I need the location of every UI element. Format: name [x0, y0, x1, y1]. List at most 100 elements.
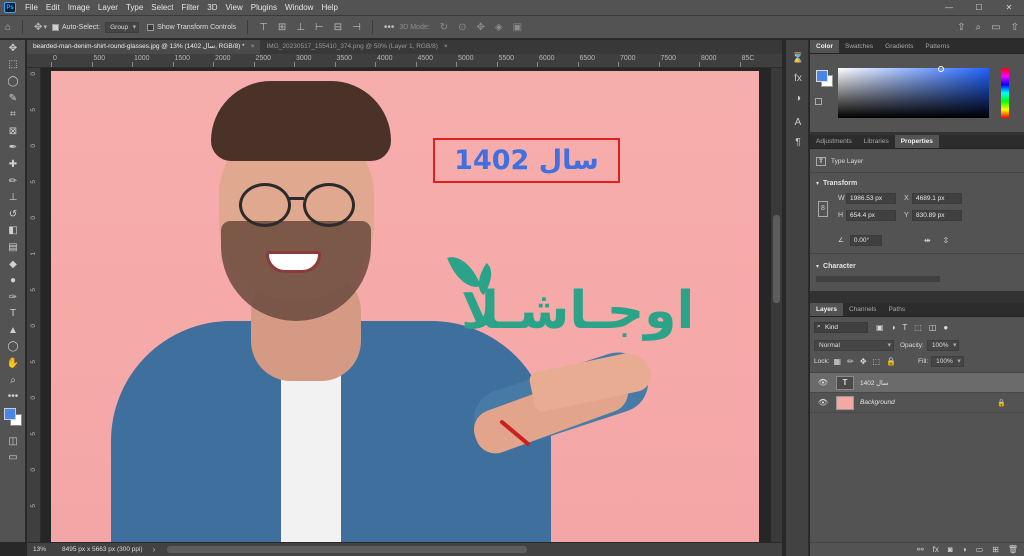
lock-all-icon[interactable]: 🔒 [886, 357, 896, 366]
3d-pan-icon[interactable]: ✥ [476, 22, 484, 33]
marquee-tool-icon[interactable]: ⬚ [0, 57, 26, 74]
fx-icon[interactable]: fx [933, 545, 939, 554]
menu-help[interactable]: Help [317, 0, 341, 15]
eraser-tool-icon[interactable]: ◧ [0, 223, 26, 240]
collapse-arrow-icon[interactable]: ▾ [816, 180, 819, 187]
y-field[interactable]: 830.89 px [912, 210, 962, 221]
tab-adjustments[interactable]: Adjustments [810, 135, 858, 148]
align-hcenter-icon[interactable]: ⊟ [334, 22, 342, 33]
brush-tool-icon[interactable]: ✏ [0, 173, 26, 190]
vertical-scrollbar[interactable] [771, 68, 782, 542]
frame-tool-icon[interactable]: ⊠ [0, 123, 26, 140]
adjustments-icon[interactable]: ◑ [786, 88, 810, 108]
more-options-icon[interactable]: ••• [384, 22, 395, 33]
3d-orbit-icon[interactable]: ↻ [440, 22, 448, 33]
menu-file[interactable]: File [21, 0, 42, 15]
color-picker-marker[interactable] [938, 66, 944, 72]
close-tab-icon[interactable]: × [251, 43, 255, 50]
filter-pixel-icon[interactable]: ▣ [876, 323, 884, 332]
share-icon[interactable]: ⇪ [957, 22, 965, 33]
angle-field[interactable]: 0.00° [849, 234, 882, 246]
eye-icon[interactable]: 👁 [814, 378, 832, 387]
filter-type-icon[interactable]: T [902, 323, 907, 332]
3d-scale-icon[interactable]: ▣ [513, 22, 522, 33]
zoom-level[interactable]: 13% [27, 546, 52, 553]
tab-libraries[interactable]: Libraries [858, 135, 895, 148]
minimize-button[interactable]: — [934, 0, 964, 15]
menu-filter[interactable]: Filter [178, 0, 204, 15]
menu-3d[interactable]: 3D [203, 0, 221, 15]
new-layer-icon[interactable]: ⊞ [992, 545, 999, 554]
history-icon[interactable]: ⌛ [786, 48, 810, 68]
menu-select[interactable]: Select [147, 0, 177, 15]
status-arrow-icon[interactable]: › [153, 545, 156, 554]
tab-layers[interactable]: Layers [810, 303, 843, 316]
gradient-tool-icon[interactable]: ▤ [0, 239, 26, 256]
workspace-icon[interactable]: ▭ [991, 22, 1000, 33]
auto-select-checkbox[interactable] [51, 23, 59, 31]
stamp-tool-icon[interactable]: ⊥ [0, 189, 26, 206]
character-icon[interactable]: A [786, 112, 810, 132]
menu-edit[interactable]: Edit [42, 0, 64, 15]
path-select-tool-icon[interactable]: ▲ [0, 322, 26, 339]
chevron-down-icon[interactable]: ▾ [43, 23, 47, 31]
menu-image[interactable]: Image [64, 0, 94, 15]
quick-mask-icon[interactable]: ◫ [0, 433, 26, 450]
history-brush-tool-icon[interactable]: ↺ [0, 206, 26, 223]
mask-icon[interactable]: ◙ [948, 545, 953, 554]
trash-icon[interactable]: 🗑 [1008, 545, 1018, 554]
tab-patterns[interactable]: Patterns [919, 40, 955, 53]
lock-artboard-icon[interactable]: ⬚ [873, 357, 881, 366]
filter-smart-object-icon[interactable]: ◫ [929, 323, 937, 332]
screen-mode-icon[interactable]: ▭ [0, 450, 26, 467]
adjustment-icon[interactable]: ◑ [962, 545, 967, 554]
menu-layer[interactable]: Layer [94, 0, 122, 15]
year-text-layer[interactable]: سال 1402 [454, 145, 599, 176]
height-field[interactable]: 654.4 px [846, 210, 896, 221]
align-vcenter-icon[interactable]: ⊞ [278, 22, 286, 33]
opacity-field[interactable]: 100% [926, 339, 960, 351]
align-top-icon[interactable]: ⊤ [259, 22, 268, 33]
tab-img-20230517[interactable]: IMG_20230517_155410_374.png @ 50% (Layer… [260, 40, 453, 54]
layer-name[interactable]: Background [860, 399, 895, 406]
search-icon[interactable]: ⌕ [976, 22, 982, 33]
hue-slider[interactable] [1001, 68, 1009, 118]
shape-tool-icon[interactable]: ◯ [0, 339, 26, 356]
tab-color[interactable]: Color [810, 40, 839, 53]
align-left-icon[interactable]: ⊢ [315, 22, 324, 33]
filter-toggle-icon[interactable]: ● [943, 323, 948, 332]
close-tab-icon[interactable]: × [444, 43, 448, 50]
healing-tool-icon[interactable]: ✚ [0, 156, 26, 173]
paragraph-icon[interactable]: ¶ [786, 132, 810, 152]
menu-window[interactable]: Window [281, 0, 317, 15]
move-tool-icon[interactable]: ✥ [0, 40, 26, 57]
3d-slide-icon[interactable]: ◈ [495, 22, 503, 33]
quick-select-tool-icon[interactable]: ✎ [0, 90, 26, 107]
dodge-tool-icon[interactable]: ● [0, 272, 26, 289]
tab-gradients[interactable]: Gradients [879, 40, 919, 53]
share-export-icon[interactable]: ⇧ [1011, 22, 1019, 33]
layer-row-background[interactable]: 👁 Background 🔒 [810, 393, 1024, 413]
color-swatches[interactable] [0, 405, 26, 433]
x-field[interactable]: 4689.1 px [912, 193, 962, 204]
blend-mode-dropdown[interactable]: Normal [814, 339, 894, 351]
lock-transparent-icon[interactable]: ▦ [834, 357, 842, 366]
close-window-button[interactable]: ✕ [994, 0, 1024, 15]
vertical-scroll-thumb[interactable] [773, 215, 780, 303]
collapse-arrow-icon[interactable]: ▾ [816, 263, 819, 270]
kind-filter-dropdown[interactable]: ⌕ Kind [814, 322, 868, 333]
tab-bearded-man[interactable]: bearded-man-denim-shirt-round-glasses.jp… [27, 40, 261, 54]
text-layer-bounding-box[interactable]: سال 1402 [433, 138, 620, 183]
default-colors-icon[interactable] [815, 98, 822, 105]
flip-vertical-icon[interactable]: ⇳ [943, 236, 950, 245]
show-transform-checkbox[interactable] [147, 23, 155, 31]
link-icon[interactable]: 8 [818, 201, 828, 217]
crop-tool-icon[interactable]: ⌗ [0, 106, 26, 123]
foreground-color-swatch[interactable] [4, 408, 16, 421]
link-icon[interactable]: ⚯ [917, 545, 924, 554]
lock-pixels-icon[interactable]: ✏ [847, 357, 854, 366]
eye-icon[interactable]: 👁 [814, 398, 832, 407]
tab-properties[interactable]: Properties [894, 135, 939, 148]
eyedropper-tool-icon[interactable]: ✒ [0, 140, 26, 157]
zoom-tool-icon[interactable]: ⌕ [0, 372, 26, 389]
